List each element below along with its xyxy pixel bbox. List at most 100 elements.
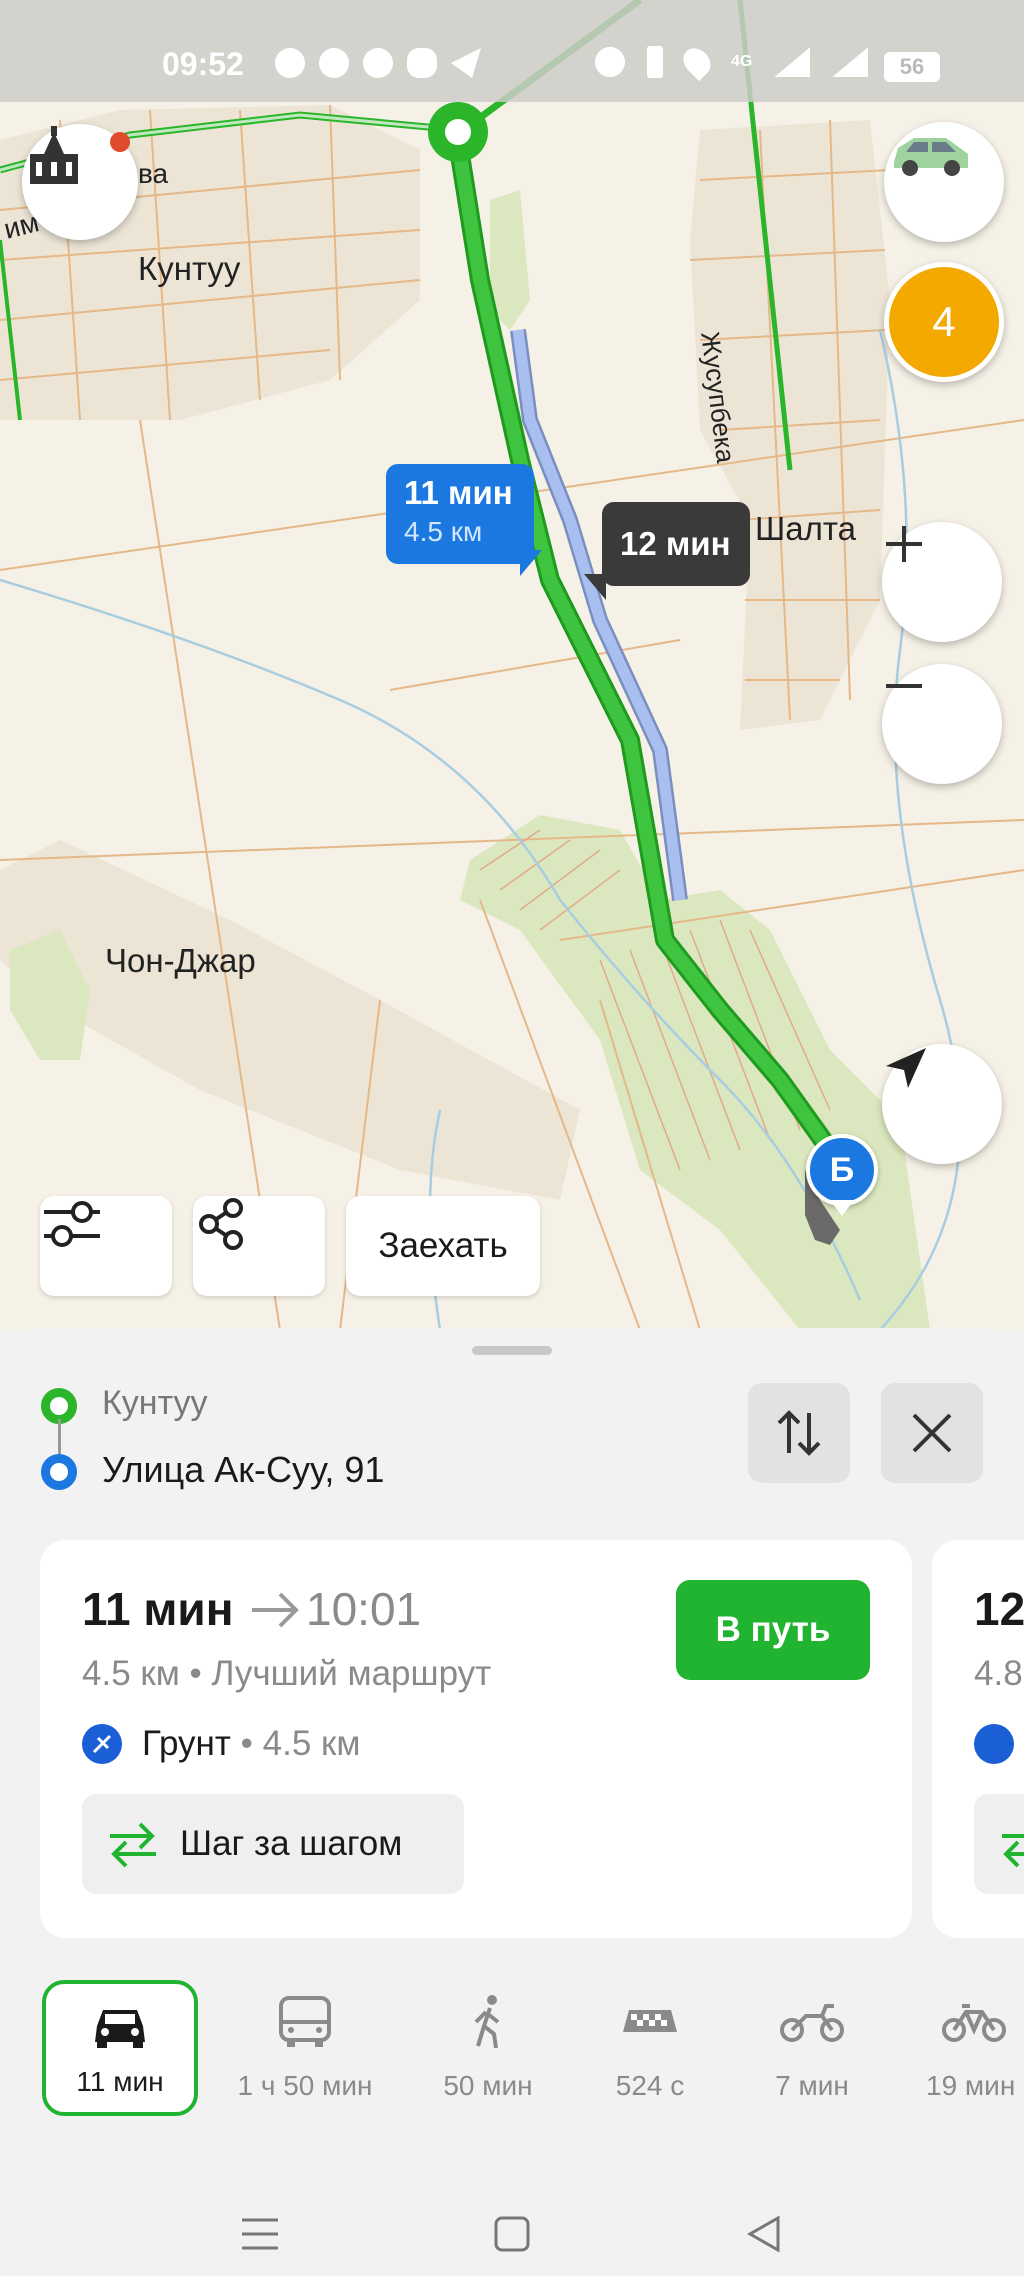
sheet-grabber[interactable] <box>472 1346 552 1355</box>
bicycle-icon <box>942 2004 1006 2042</box>
navigation-arrow-icon <box>886 1048 926 1088</box>
route-bubble-primary[interactable]: 11 мин 4.5 км <box>386 464 534 564</box>
step-by-step-label: Шаг за шагом <box>180 1824 403 1863</box>
sliders-icon <box>44 1201 100 1247</box>
swap-arrows-icon <box>777 1410 821 1456</box>
landmarks-notification-dot <box>110 132 130 152</box>
landmarks-button[interactable] <box>22 124 138 240</box>
route-duration: 11 мин <box>82 1583 234 1635</box>
walk-icon <box>474 1995 500 2049</box>
origin-field[interactable]: Кунтуу <box>102 1384 208 1423</box>
transport-mode-label: 7 мин <box>775 2070 849 2101</box>
route-arrival-time: 10:01 <box>306 1583 422 1635</box>
surface-separator: • <box>240 1724 253 1763</box>
transport-mode-label: 50 мин <box>443 2070 533 2101</box>
share-route-button[interactable] <box>193 1196 325 1296</box>
route-bubble-alt-tail <box>584 574 606 600</box>
route-duration-next: 12 <box>974 1583 1024 1635</box>
share-icon <box>199 1198 243 1250</box>
status-system-icons: 4G <box>595 42 869 82</box>
signal-icon <box>774 47 811 77</box>
network-type: 4G <box>731 53 753 70</box>
destination-marker[interactable]: Б <box>806 1134 878 1206</box>
map-label-street-partial: ва <box>138 158 169 189</box>
destination-marker-tail <box>830 1200 854 1216</box>
transport-mode-label: 19 мин <box>926 2070 1016 2101</box>
transport-mode-label: 524 с <box>615 2070 685 2101</box>
transport-mode-taxi[interactable]: 524 с <box>580 1980 720 2116</box>
route-bubble-time: 11 мин <box>404 474 513 511</box>
destination-dot-icon <box>41 1454 77 1490</box>
road-surface-icon <box>974 1724 1014 1764</box>
car-3d-icon <box>894 138 968 176</box>
step-by-step-button-next[interactable] <box>974 1794 1024 1894</box>
notifications-badge-button[interactable]: 4 <box>884 262 1004 382</box>
transport-mode-motorcycle[interactable]: 7 мин <box>742 1980 882 2116</box>
map-label-chon-djar: Чон-Джар <box>105 942 256 979</box>
surface-type: Грунт <box>142 1724 231 1763</box>
route-summary: 4.5 км • Лучший маршрут <box>82 1654 491 1694</box>
add-stop-button[interactable]: Заехать <box>346 1196 540 1296</box>
step-by-step-button[interactable]: Шаг за шагом <box>82 1794 464 1894</box>
route-bubble-alt[interactable]: 12 мин <box>602 502 750 586</box>
destination-marker-label: Б <box>829 1151 855 1189</box>
destination-field[interactable]: Улица Ак-Суу, 91 <box>102 1449 384 1491</box>
status-notification-icons <box>275 48 481 78</box>
road-surface-info: Грунт • 4.5 км <box>142 1724 360 1764</box>
system-nav-bar <box>0 2170 1024 2276</box>
bus-icon <box>279 1996 331 2047</box>
route-settings-button[interactable] <box>40 1196 172 1296</box>
signal-icon <box>832 47 869 77</box>
back-icon[interactable] <box>746 2216 782 2252</box>
facebook-icon <box>363 48 393 78</box>
close-icon <box>912 1413 952 1453</box>
go-button[interactable]: В путь <box>676 1580 870 1680</box>
map-label-kuntuu: Кунтуу <box>138 250 241 287</box>
route-quality: Лучший маршрут <box>211 1654 492 1693</box>
status-time: 09:52 <box>162 46 244 82</box>
chat-icon <box>407 48 437 78</box>
car-icon <box>95 2010 145 2048</box>
arrow-right-icon <box>252 1592 299 1628</box>
road-surface-icon <box>82 1724 122 1764</box>
route-summary-separator: • <box>189 1654 202 1693</box>
vehicle-button[interactable] <box>884 122 1004 242</box>
alarm-icon <box>595 47 625 77</box>
motorcycle-icon <box>780 2004 844 2042</box>
taxi-icon <box>623 2010 677 2032</box>
route-distance-next: 4.8 <box>974 1654 1023 1693</box>
status-bar: 09:52 4G 56 <box>0 0 1024 102</box>
notifications-count: 4 <box>932 298 956 345</box>
route-bubble-primary-tail <box>520 550 542 576</box>
minus-icon <box>886 684 922 688</box>
battery-icon: 56 <box>884 52 940 82</box>
route-distance: 4.5 км <box>82 1654 180 1693</box>
transfer-arrows-icon <box>110 1822 156 1868</box>
menu-icon[interactable] <box>240 2216 280 2252</box>
route-bubble-alt-time: 12 мин <box>620 525 731 562</box>
swap-points-button[interactable] <box>748 1383 850 1483</box>
transport-mode-label: 1 ч 50 мин <box>237 2070 373 2101</box>
zoom-out-button[interactable] <box>882 664 1002 784</box>
transport-mode-bicycle[interactable]: 19 мин <box>904 1980 1024 2116</box>
transport-mode-car[interactable]: 11 мин <box>42 1980 198 2116</box>
facebook-icon <box>275 48 305 78</box>
transport-mode-walk[interactable]: 50 мин <box>418 1980 558 2116</box>
my-location-button[interactable] <box>882 1044 1002 1164</box>
map-label-shalta: Шалта <box>755 510 856 547</box>
transport-mode-bus[interactable]: 1 ч 50 мин <box>224 1980 386 2116</box>
route-option-card[interactable]: 11 мин 10:01 4.5 км • Лучший маршрут В п… <box>40 1540 912 1938</box>
map-canvas <box>0 0 1024 1330</box>
transfer-arrows-icon <box>1002 1834 1024 1868</box>
zoom-in-button[interactable] <box>882 522 1002 642</box>
close-route-button[interactable] <box>881 1383 983 1483</box>
route-option-card-next[interactable]: 12 4.8 <box>932 1540 1024 1938</box>
facebook-icon <box>319 48 349 78</box>
home-icon[interactable] <box>494 2216 530 2252</box>
transport-mode-label: 11 мин <box>76 2066 164 2097</box>
route-bubble-distance: 4.5 км <box>404 516 483 547</box>
vibrate-icon <box>647 46 663 78</box>
surface-distance: 4.5 км <box>262 1724 361 1763</box>
plus-icon <box>886 526 922 562</box>
map-view[interactable]: Кунтуу Шалта Чон-Джар Жусупбека ва им 11… <box>0 0 1024 1330</box>
